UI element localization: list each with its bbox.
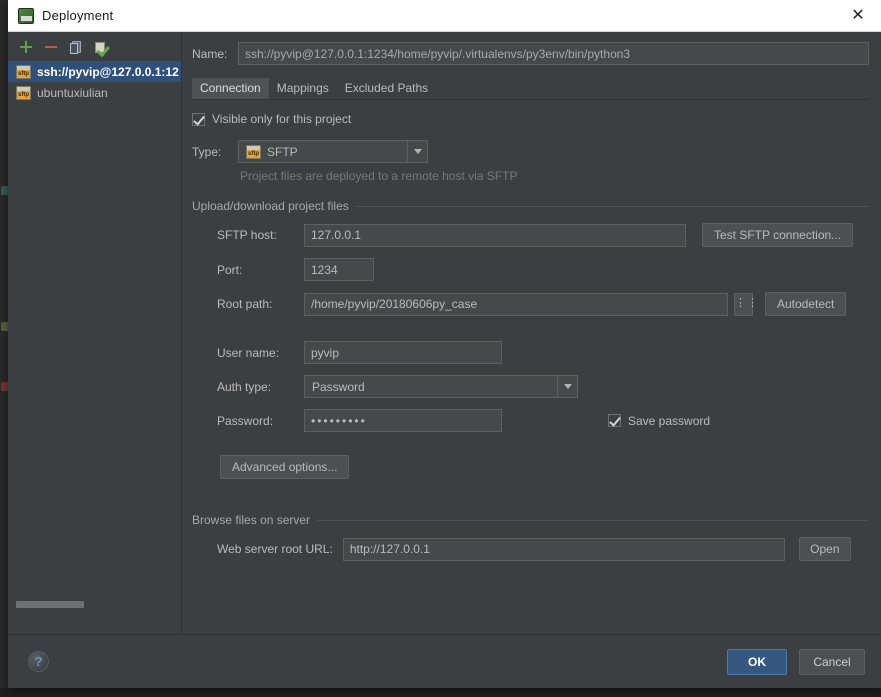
deployment-icon — [18, 7, 34, 24]
save-password-label: Save password — [628, 413, 711, 428]
server-item-label: ssh://pyvip@127.0.0.1:12 — [37, 64, 179, 79]
port-row: Port: — [192, 258, 869, 281]
visible-only-checkbox[interactable]: Visible only for this project — [192, 112, 869, 126]
sftp-icon — [16, 85, 31, 100]
upload-section-title: Upload/download project files — [192, 199, 349, 213]
type-label: Type: — [192, 144, 222, 159]
browse-section-header: Browse files on server — [192, 513, 869, 527]
name-input[interactable] — [238, 42, 869, 65]
auth-type-label: Auth type: — [217, 379, 272, 394]
name-label: Name: — [192, 46, 228, 61]
type-row: Type: SFTP — [192, 140, 869, 163]
ok-button[interactable]: OK — [727, 648, 787, 675]
sftp-icon — [16, 64, 31, 79]
auth-type-row: Auth type: Password — [192, 375, 869, 398]
ide-status-bar — [0, 687, 881, 697]
save-password-checkbox[interactable]: Save password — [608, 414, 710, 428]
section-divider — [355, 205, 869, 207]
tab-excluded-paths[interactable]: Excluded Paths — [337, 78, 436, 99]
autodetect-button[interactable]: Autodetect — [765, 292, 847, 316]
close-icon[interactable]: ✕ — [835, 0, 881, 31]
sftp-host-label: SFTP host: — [217, 228, 277, 242]
test-sftp-connection-button[interactable]: Test SFTP connection... — [702, 223, 854, 247]
upload-section-header: Upload/download project files — [192, 199, 869, 213]
server-list-toolbar — [8, 32, 181, 60]
add-server-button[interactable] — [18, 39, 34, 55]
browse-section-title: Browse files on server — [192, 513, 311, 527]
connection-settings-panel: Name: Connection Mappings Excluded Paths… — [182, 32, 881, 634]
sftp-icon — [246, 144, 261, 159]
web-url-row: Web server root URL: Open — [192, 537, 869, 561]
advanced-options-button[interactable]: Advanced options... — [220, 455, 350, 479]
settings-tabs: Connection Mappings Excluded Paths — [192, 77, 869, 100]
sftp-host-input[interactable] — [304, 223, 686, 247]
dialog-titlebar: Deployment ✕ — [8, 0, 881, 32]
tab-mappings[interactable]: Mappings — [269, 78, 337, 99]
dialog-title: Deployment — [42, 8, 114, 23]
user-name-input[interactable] — [304, 341, 502, 364]
chevron-down-icon[interactable] — [407, 141, 427, 162]
sftp-host-row: SFTP host: Test SFTP connection... — [192, 223, 869, 247]
checkbox-icon — [608, 414, 621, 427]
port-input[interactable] — [304, 258, 374, 281]
root-path-input[interactable] — [304, 292, 728, 316]
section-divider — [317, 519, 869, 521]
password-input[interactable] — [304, 409, 502, 432]
dialog-body: ssh://pyvip@127.0.0.1:12 ubuntuxiulian N… — [8, 32, 881, 635]
tab-connection[interactable]: Connection — [192, 78, 269, 99]
open-url-button[interactable]: Open — [798, 537, 851, 561]
password-row: Password: Save password — [192, 409, 869, 432]
root-path-row: Root path: ⋮⋮ Autodetect — [192, 292, 869, 316]
port-label: Port: — [217, 262, 243, 277]
copy-server-button[interactable] — [68, 39, 84, 55]
checkbox-icon — [192, 112, 205, 126]
set-default-button[interactable] — [93, 39, 109, 55]
deployment-dialog: Deployment ✕ ssh://pyvip@127.0.0.1:12 ub… — [8, 0, 881, 688]
web-url-label: Web server root URL: — [217, 542, 333, 556]
server-list-item-ubuntuxiulian[interactable]: ubuntuxiulian — [8, 82, 181, 103]
server-list-item-ssh[interactable]: ssh://pyvip@127.0.0.1:12 — [8, 61, 181, 82]
user-name-label: User name: — [217, 345, 280, 360]
chevron-down-icon[interactable] — [557, 376, 577, 397]
server-list: ssh://pyvip@127.0.0.1:12 ubuntuxiulian — [8, 60, 181, 634]
web-url-input[interactable] — [342, 537, 785, 561]
advanced-options-row: Advanced options... — [220, 455, 869, 479]
name-row: Name: — [192, 42, 869, 65]
type-select[interactable]: SFTP — [238, 140, 428, 163]
dialog-footer: ? OK Cancel — [8, 635, 881, 688]
type-hint: Project files are deployed to a remote h… — [240, 169, 518, 183]
visible-only-label: Visible only for this project — [212, 112, 352, 126]
type-select-value: SFTP — [267, 144, 298, 159]
password-label: Password: — [217, 413, 274, 428]
help-icon[interactable]: ? — [28, 651, 49, 672]
auth-type-select-value: Password — [312, 379, 365, 394]
server-item-label: ubuntuxiulian — [37, 85, 108, 100]
user-name-row: User name: — [192, 341, 869, 364]
remove-server-button[interactable] — [43, 39, 59, 55]
root-path-browse-button[interactable]: ⋮⋮ — [734, 292, 758, 316]
auth-type-select[interactable]: Password — [304, 375, 578, 398]
root-path-label: Root path: — [217, 297, 273, 311]
server-list-horizontal-scrollbar[interactable] — [16, 601, 84, 608]
cancel-button[interactable]: Cancel — [799, 648, 865, 675]
server-list-panel: ssh://pyvip@127.0.0.1:12 ubuntuxiulian — [8, 32, 182, 634]
